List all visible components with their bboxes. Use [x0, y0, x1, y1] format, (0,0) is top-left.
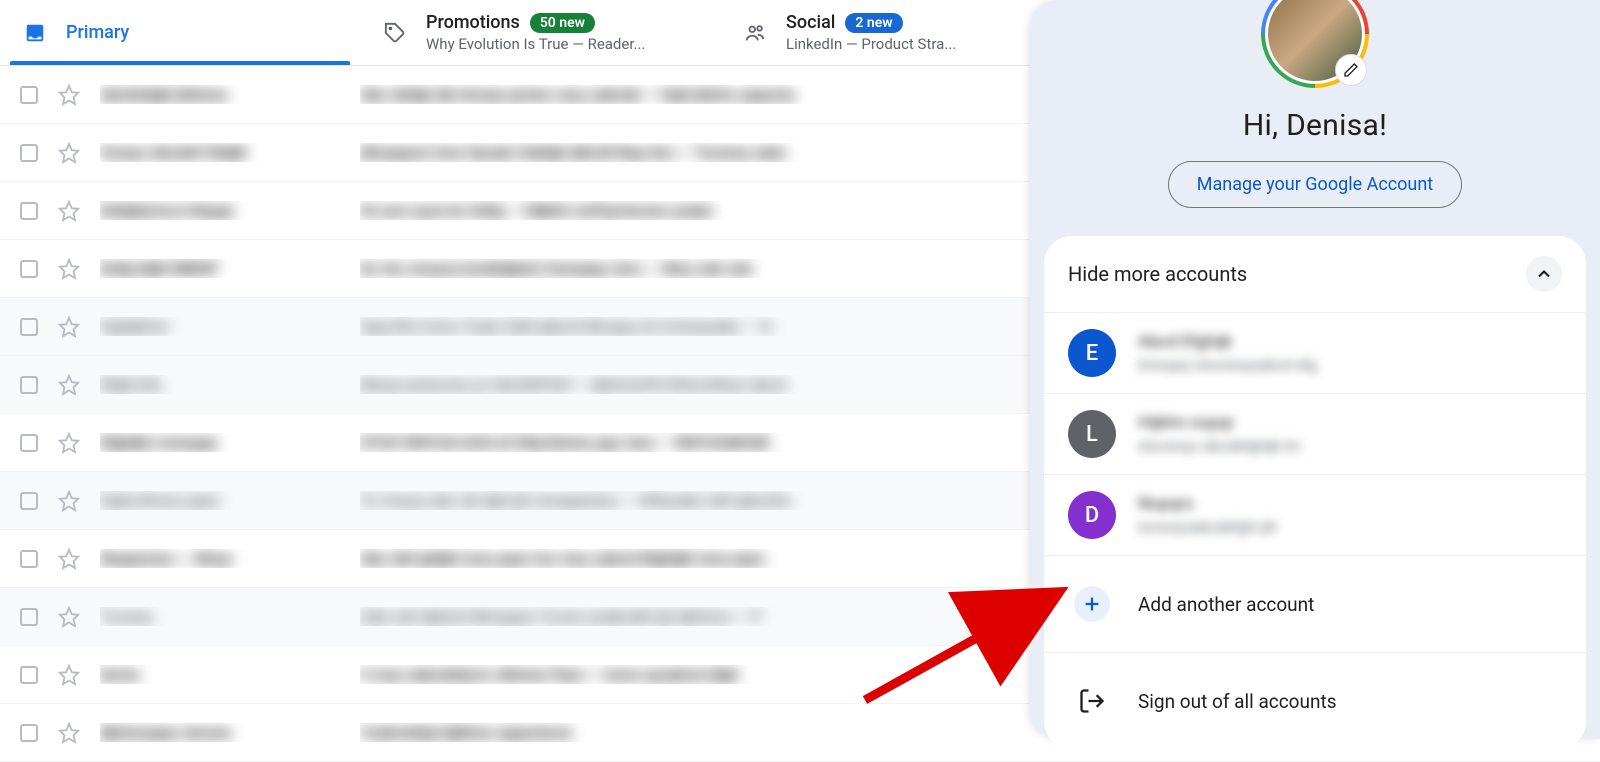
- checkbox[interactable]: [20, 492, 38, 510]
- tab-promotions-label: Promotions: [426, 12, 520, 33]
- plus-icon: [1074, 586, 1110, 622]
- account-item[interactable]: L Hijklm nopqr stuvwxyz abcdefghijk lm: [1044, 393, 1586, 474]
- checkbox[interactable]: [20, 86, 38, 104]
- account-avatar: D: [1068, 491, 1116, 539]
- checkbox[interactable]: [20, 666, 38, 684]
- social-badge: 2 new: [845, 13, 902, 33]
- avatar-wrap: [1261, 0, 1369, 88]
- star-icon[interactable]: [58, 432, 80, 454]
- account-name: Nopqrs: [1138, 494, 1276, 514]
- checkbox[interactable]: [20, 434, 38, 452]
- star-icon[interactable]: [58, 606, 80, 628]
- inbox-icon: [24, 22, 46, 44]
- add-account-label: Add another account: [1138, 593, 1314, 616]
- hide-accounts-label: Hide more accounts: [1068, 262, 1247, 286]
- avatar-edit-button[interactable]: [1335, 54, 1367, 86]
- greeting-text: Hi, Denisa!: [1243, 108, 1387, 143]
- star-icon[interactable]: [58, 374, 80, 396]
- tag-icon: [384, 22, 406, 44]
- star-icon[interactable]: [58, 490, 80, 512]
- hide-accounts-toggle[interactable]: Hide more accounts: [1044, 236, 1586, 312]
- tab-primary-label: Primary: [66, 22, 129, 43]
- signout-all-button[interactable]: Sign out of all accounts: [1044, 652, 1586, 749]
- account-item[interactable]: D Nopqrs tuvwxyzabcdefghi jkl: [1044, 474, 1586, 555]
- star-icon[interactable]: [58, 200, 80, 222]
- checkbox[interactable]: [20, 376, 38, 394]
- tab-social[interactable]: Social 2 new LinkedIn — Product Stra...: [720, 0, 1080, 65]
- tab-social-label: Social: [786, 12, 835, 33]
- tab-primary[interactable]: Primary: [0, 0, 360, 65]
- account-name: Hijklm nopqr: [1138, 413, 1301, 433]
- tab-promotions-subtitle: Why Evolution Is True — Reader...: [426, 35, 645, 53]
- account-avatar: E: [1068, 329, 1116, 377]
- star-icon[interactable]: [58, 664, 80, 686]
- account-name: Abcd Efghijk: [1138, 332, 1317, 352]
- account-item[interactable]: E Abcd Efghijk lmnopq rstuvwxyzabcd efg: [1044, 312, 1586, 393]
- signout-label: Sign out of all accounts: [1138, 690, 1337, 713]
- checkbox[interactable]: [20, 260, 38, 278]
- checkbox[interactable]: [20, 144, 38, 162]
- checkbox[interactable]: [20, 550, 38, 568]
- account-email: lmnopq rstuvwxyzabcd efg: [1138, 356, 1317, 374]
- signout-icon: [1068, 677, 1116, 725]
- account-email: tuvwxyzabcdefghi jkl: [1138, 518, 1276, 536]
- checkbox[interactable]: [20, 608, 38, 626]
- star-icon[interactable]: [58, 258, 80, 280]
- star-icon[interactable]: [58, 722, 80, 744]
- account-header: Hi, Denisa! Manage your Google Account: [1030, 0, 1600, 236]
- checkbox[interactable]: [20, 318, 38, 336]
- promotions-badge: 50 new: [530, 13, 595, 33]
- star-icon[interactable]: [58, 142, 80, 164]
- people-icon: [744, 22, 766, 44]
- account-avatar: L: [1068, 410, 1116, 458]
- checkbox[interactable]: [20, 202, 38, 220]
- chevron-up-icon: [1526, 256, 1562, 292]
- star-icon[interactable]: [58, 316, 80, 338]
- accounts-section: Hide more accounts E Abcd Efghijk lmnopq…: [1044, 236, 1586, 749]
- tab-promotions[interactable]: Promotions 50 new Why Evolution Is True …: [360, 0, 720, 65]
- star-icon[interactable]: [58, 84, 80, 106]
- manage-account-button[interactable]: Manage your Google Account: [1168, 161, 1462, 208]
- star-icon[interactable]: [58, 548, 80, 570]
- add-account-button[interactable]: Add another account: [1044, 555, 1586, 652]
- pencil-icon: [1343, 62, 1359, 78]
- tab-social-subtitle: LinkedIn — Product Stra...: [786, 35, 956, 53]
- account-email: stuvwxyz abcdefghijk lm: [1138, 437, 1301, 455]
- account-switcher-panel: Hi, Denisa! Manage your Google Account H…: [1030, 0, 1600, 739]
